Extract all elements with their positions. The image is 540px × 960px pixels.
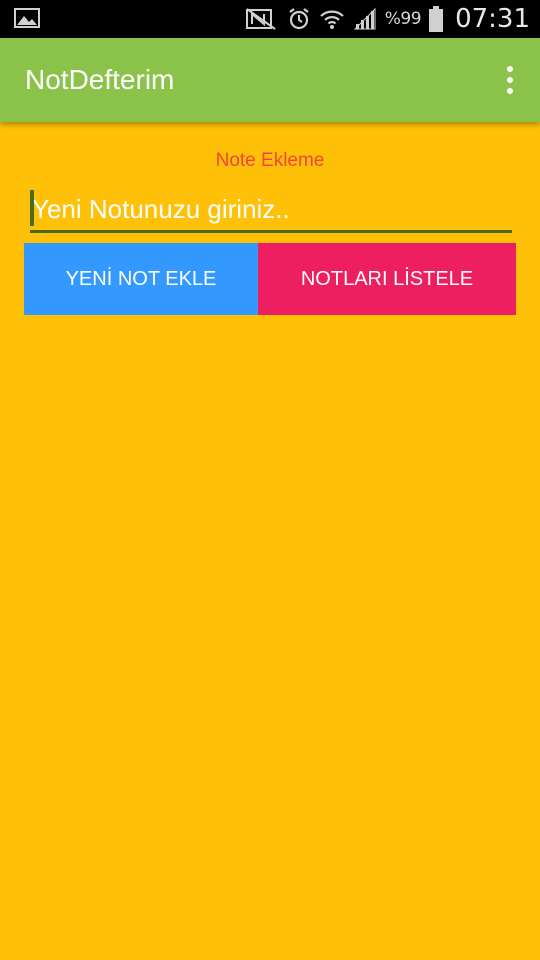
menu-dot bbox=[507, 88, 513, 94]
menu-dot bbox=[507, 77, 513, 83]
nfc-mute-icon bbox=[245, 7, 279, 31]
signal-icon bbox=[353, 7, 377, 31]
note-input-wrap bbox=[30, 188, 512, 234]
text-cursor bbox=[30, 190, 34, 226]
status-icons: %99 07:31 bbox=[245, 0, 530, 38]
app-title: NotDefterim bbox=[25, 64, 175, 95]
image-notification-icon bbox=[14, 8, 40, 28]
note-input[interactable] bbox=[30, 188, 512, 233]
list-notes-button[interactable]: NOTLARI LİSTELE bbox=[258, 243, 516, 315]
overflow-menu-icon[interactable] bbox=[498, 62, 522, 98]
battery-icon bbox=[429, 6, 444, 32]
wifi-icon bbox=[319, 7, 345, 31]
app-screen: %99 07:31 NotDefterim Note Ekleme YENİ N… bbox=[0, 0, 540, 960]
battery-percent: %99 bbox=[384, 9, 422, 29]
add-note-button[interactable]: YENİ NOT EKLE bbox=[24, 243, 258, 315]
menu-dot bbox=[507, 66, 513, 72]
section-label: Note Ekleme bbox=[215, 150, 325, 171]
app-bar: NotDefterim bbox=[0, 38, 540, 122]
alarm-icon bbox=[287, 7, 311, 31]
status-bar: %99 07:31 bbox=[0, 0, 540, 38]
status-clock: 07:31 bbox=[455, 4, 530, 34]
